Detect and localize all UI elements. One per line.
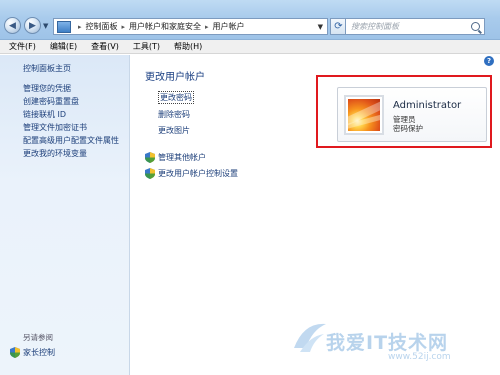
breadcrumb-separator-icon[interactable]: ▸	[205, 23, 209, 31]
title-bar: ◀ ▶ ▼ ▸ 控制面板 ▸ 用户帐户和家庭安全 ▸ 用户帐户 ▼ ⟳ 搜索控制…	[0, 0, 500, 40]
breadcrumb-separator-icon[interactable]: ▸	[122, 23, 126, 31]
admin-task-list: 管理其他帐户 更改用户帐户控制设置	[145, 152, 238, 179]
back-button[interactable]: ◀	[4, 17, 21, 34]
remove-password-link[interactable]: 删除密码	[158, 109, 194, 120]
menu-view[interactable]: 查看(V)	[91, 41, 119, 52]
refresh-icon: ⟳	[334, 21, 343, 32]
left-nav-pane: 控制面板主页 管理您的凭据 创建密码重置盘 链接联机 ID 管理文件加密证书 配…	[0, 55, 130, 375]
sidebar-item-password-reset-disk[interactable]: 创建密码重置盘	[23, 97, 119, 106]
forward-button[interactable]: ▶	[24, 17, 41, 34]
sidebar-item-link-online-id[interactable]: 链接联机 ID	[23, 110, 119, 119]
uac-shield-icon	[145, 152, 155, 163]
address-dropdown-icon[interactable]: ▼	[318, 23, 323, 31]
forward-arrow-icon: ▶	[29, 20, 36, 31]
sidebar-item-environment-variables[interactable]: 更改我的环境变量	[23, 149, 119, 158]
breadcrumb-separator-icon[interactable]: ▸	[78, 23, 82, 31]
manage-other-accounts-label: 管理其他帐户	[158, 153, 206, 162]
uac-shield-icon	[145, 168, 155, 179]
flower-picture-icon	[348, 99, 380, 131]
back-arrow-icon: ◀	[9, 20, 16, 31]
manage-other-accounts-link[interactable]: 管理其他帐户	[145, 152, 238, 163]
watermark-url: www.52ij.com	[388, 352, 451, 362]
search-placeholder: 搜索控制面板	[351, 22, 399, 31]
page-title: 更改用户帐户	[145, 72, 205, 83]
uac-shield-icon	[10, 347, 20, 358]
uac-settings-link[interactable]: 更改用户帐户控制设置	[145, 168, 238, 179]
change-picture-link[interactable]: 更改图片	[158, 125, 194, 136]
sidebar-item-encryption-certificates[interactable]: 管理文件加密证书	[23, 123, 119, 132]
change-password-link[interactable]: 更改密码	[158, 91, 194, 104]
control-panel-home-link[interactable]: 控制面板主页	[23, 63, 71, 74]
watermark-logo-icon	[294, 323, 326, 352]
account-task-list: 更改密码 删除密码 更改图片	[158, 91, 194, 136]
menu-help[interactable]: 帮助(H)	[174, 41, 202, 52]
see-also-heading: 另请参阅	[23, 333, 53, 342]
breadcrumb-control-panel[interactable]: 控制面板	[86, 21, 118, 32]
menu-edit[interactable]: 编辑(E)	[50, 41, 77, 52]
account-name: Administrator	[393, 100, 462, 111]
menu-bar: 文件(F) 编辑(E) 查看(V) 工具(T) 帮助(H)	[0, 40, 500, 54]
family-safety-label: 家长控制	[23, 348, 55, 357]
avatar[interactable]	[344, 95, 384, 135]
watermark-text: 我爱IT技术网	[326, 332, 449, 354]
account-card: Administrator 管理员 密码保护	[337, 87, 487, 142]
search-icon[interactable]	[471, 22, 480, 31]
address-bar[interactable]: ▸ 控制面板 ▸ 用户帐户和家庭安全 ▸ 用户帐户 ▼	[53, 18, 328, 35]
sidebar-task-list: 管理您的凭据 创建密码重置盘 链接联机 ID 管理文件加密证书 配置高级用户配置…	[23, 84, 119, 158]
watermark: 我爱IT技术网 www.52ij.com	[290, 318, 490, 370]
menu-tools[interactable]: 工具(T)	[133, 41, 160, 52]
uac-settings-label: 更改用户帐户控制设置	[158, 169, 238, 178]
breadcrumb-user-accounts[interactable]: 用户帐户	[213, 21, 245, 32]
control-panel-icon	[57, 20, 71, 33]
breadcrumb-user-accounts-family[interactable]: 用户帐户和家庭安全	[129, 21, 201, 32]
recent-pages-dropdown-icon[interactable]: ▼	[43, 22, 48, 30]
search-input[interactable]: 搜索控制面板	[345, 18, 485, 35]
menu-file[interactable]: 文件(F)	[9, 41, 36, 52]
family-safety-link[interactable]: 家长控制	[10, 347, 55, 358]
help-icon[interactable]: ?	[484, 56, 494, 66]
sidebar-item-manage-credentials[interactable]: 管理您的凭据	[23, 84, 119, 93]
sidebar-item-profile-properties[interactable]: 配置高级用户配置文件属性	[23, 136, 119, 145]
password-status: 密码保护	[393, 124, 423, 133]
